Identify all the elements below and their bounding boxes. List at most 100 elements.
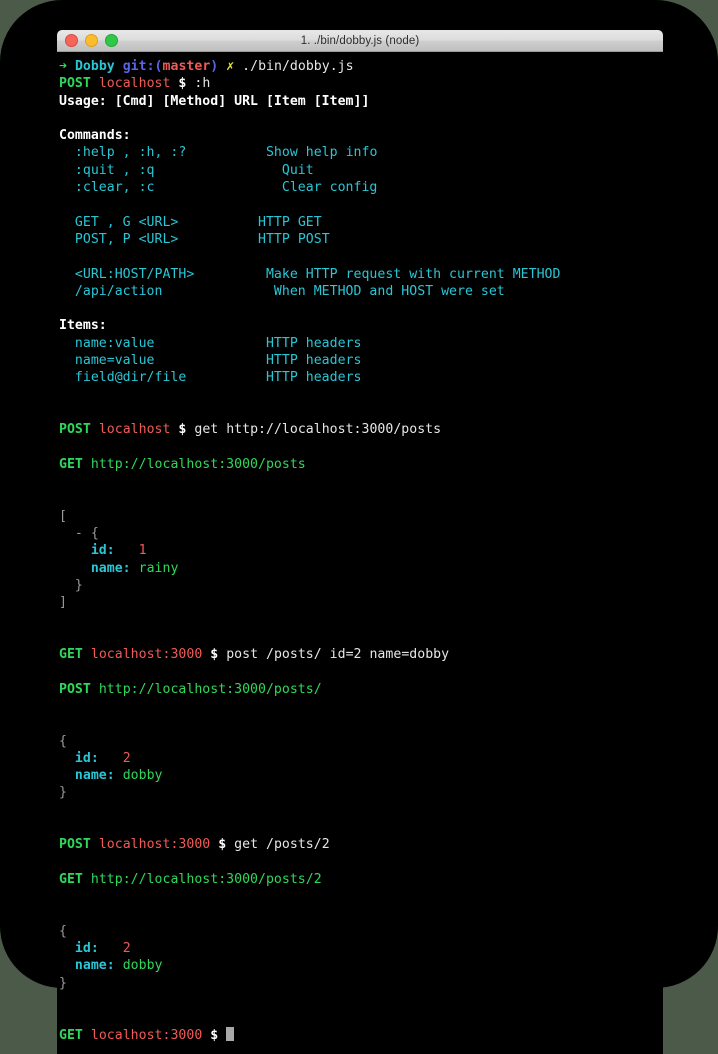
item-desc: HTTP headers — [265, 335, 362, 351]
dobby-prompt-line-2: POST localhost $ get http://localhost:30… — [57, 421, 663, 438]
prompt-command: get /posts/2 — [234, 837, 330, 853]
command-desc: Quit — [281, 162, 314, 178]
command-desc: HTTP POST — [258, 231, 330, 247]
command-gap — [162, 284, 273, 299]
json-field: name: dobby — [57, 957, 663, 974]
response-header-3: GET http://localhost:3000/posts/2 — [57, 871, 663, 888]
command-row: :clear, :c Clear config — [57, 179, 663, 196]
json-open-bracket: [ — [57, 508, 663, 525]
command-syntax: /api/action — [59, 283, 163, 299]
commands-header: Commands: — [59, 128, 131, 144]
command-desc: HTTP GET — [258, 214, 322, 230]
command-desc: Clear config — [281, 180, 378, 196]
response-method: POST — [59, 681, 91, 697]
brace-glyph: { — [59, 923, 67, 939]
command-desc: When METHOD and HOST were set — [273, 283, 505, 299]
json-close-brace: } — [57, 784, 663, 801]
terminal-screen[interactable]: ➜ Dobby git:(master) ✗ ./bin/dobby.js PO… — [57, 52, 663, 1054]
command-syntax: :help , :h, :? — [59, 145, 187, 161]
command-gap — [178, 232, 258, 247]
prompt-command: post /posts/ id=2 name=dobby — [226, 647, 450, 663]
usage-line: Usage: [Cmd] [Method] URL [Item [Item]] — [59, 93, 370, 109]
maximize-button[interactable] — [105, 34, 118, 47]
command-gap — [178, 215, 258, 230]
json-open-brace: { — [57, 733, 663, 750]
brace-glyph: } — [59, 975, 67, 991]
shell-command: ./bin/dobby.js — [242, 59, 354, 74]
json-field: name: dobby — [57, 767, 663, 784]
command-row: GET , G <URL> HTTP GET — [57, 214, 663, 231]
prompt-host: localhost — [98, 76, 171, 92]
json-field: id: 2 — [57, 940, 663, 957]
json-value-number: 1 — [138, 543, 147, 559]
json-close-brace: } — [57, 577, 663, 594]
minimize-button[interactable] — [85, 34, 98, 47]
command-gap — [194, 267, 266, 282]
response-header-2: POST http://localhost:3000/posts/ — [57, 681, 663, 698]
brace-glyph: { — [59, 733, 67, 749]
prompt-command: :h — [194, 76, 211, 92]
shell-prompt-line: ➜ Dobby git:(master) ✗ ./bin/dobby.js — [57, 58, 663, 75]
git-branch: master — [162, 59, 211, 74]
dobby-prompt-line-3: GET localhost:3000 $ post /posts/ id=2 n… — [57, 646, 663, 663]
item-gap — [155, 353, 266, 368]
bracket-glyph: [ — [59, 508, 67, 524]
prompt-method: GET — [59, 1027, 83, 1043]
prompt-arrow-icon: ➜ — [59, 59, 67, 74]
json-open-brace: { — [57, 923, 663, 940]
json-key: id: — [74, 941, 99, 957]
prompt-command: get http://localhost:3000/posts — [194, 422, 442, 438]
command-gap — [155, 180, 282, 195]
json-key: id: — [90, 543, 115, 559]
window-controls — [65, 30, 118, 51]
items-header: Items: — [59, 318, 107, 334]
json-pad — [99, 941, 123, 956]
command-syntax: :quit , :q — [59, 162, 155, 178]
window-title: 1. ./bin/dobby.js (node) — [300, 34, 420, 47]
json-pad — [115, 543, 139, 558]
device-bezel: 1. ./bin/dobby.js (node) ➜ Dobby git:(ma… — [0, 0, 718, 1054]
command-row: /api/action When METHOD and HOST were se… — [57, 283, 663, 300]
json-value-number: 2 — [122, 941, 131, 957]
response-method: GET — [59, 456, 83, 472]
command-row: :help , :h, :? Show help info — [57, 144, 663, 161]
item-gap — [186, 370, 266, 385]
dobby-prompt-line-5[interactable]: GET localhost:3000 $ — [57, 1026, 663, 1044]
text-cursor[interactable] — [226, 1026, 235, 1041]
response-header-1: GET http://localhost:3000/posts — [57, 456, 663, 473]
git-dirty-icon: ✗ — [226, 59, 235, 74]
prompt-host: localhost:3000 — [98, 837, 211, 853]
window-titlebar[interactable]: 1. ./bin/dobby.js (node) — [57, 30, 663, 52]
json-field: name: rainy — [57, 560, 663, 577]
dobby-prompt-line-4: POST localhost:3000 $ get /posts/2 — [57, 836, 663, 853]
response-url: http://localhost:3000/posts — [90, 456, 306, 472]
json-key: id: — [74, 750, 99, 766]
json-close-brace: } — [57, 975, 663, 992]
json-field: id: 2 — [57, 750, 663, 767]
prompt-host: localhost:3000 — [90, 647, 203, 663]
response-url: http://localhost:3000/posts/2 — [90, 871, 322, 887]
terminal-window: 1. ./bin/dobby.js (node) ➜ Dobby git:(ma… — [57, 30, 663, 1054]
list-dash: - — [74, 526, 91, 542]
json-close-bracket: ] — [57, 594, 663, 611]
item-syntax: name=value — [59, 353, 155, 369]
close-button[interactable] — [65, 34, 78, 47]
json-pad — [115, 958, 123, 973]
item-row: name:value HTTP headers — [57, 335, 663, 352]
